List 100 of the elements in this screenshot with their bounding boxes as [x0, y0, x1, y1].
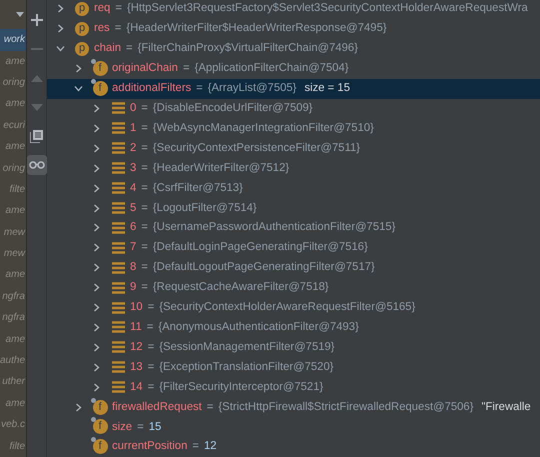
- variable-name: 8: [130, 260, 136, 276]
- variable-value: {StrictHttpFirewall$StrictFirewalledRequest@7506}: [218, 400, 474, 415]
- variable-row[interactable]: 0 = {DisableEncodeUrlFilter@7509}: [47, 98, 540, 118]
- frame-item[interactable]: ame: [0, 200, 26, 222]
- equals-sign: =: [141, 240, 148, 256]
- watch-tool-button[interactable]: [26, 155, 46, 175]
- variable-name: originalChain: [112, 61, 178, 76]
- plus-icon: [30, 14, 42, 26]
- chevron-right-icon[interactable]: [92, 124, 100, 133]
- variable-row[interactable]: 6 = {UsernamePasswordAuthenticationFilter@7515}: [47, 218, 540, 238]
- chevron-down-icon[interactable]: [56, 44, 64, 54]
- variable-row[interactable]: f size = 15: [47, 417, 540, 437]
- field-icon: f: [92, 400, 108, 415]
- equals-sign: =: [141, 140, 148, 156]
- frame-item[interactable]: filte: [0, 436, 26, 457]
- chevron-right-icon[interactable]: [92, 204, 100, 213]
- variable-row[interactable]: 10 = {SecurityContextHolderAwareRequestFilter@5165}: [47, 298, 540, 318]
- value-annotation: "Firewalle: [482, 400, 531, 415]
- equals-sign: =: [148, 360, 154, 375]
- chevron-right-icon[interactable]: [92, 303, 100, 312]
- down-triangle-icon: [30, 104, 42, 110]
- chevron-right-icon[interactable]: [92, 243, 100, 252]
- chevron-right-icon[interactable]: [74, 64, 82, 74]
- variable-name: size: [112, 420, 132, 435]
- variable-row[interactable]: 7 = {DefaultLoginPageGeneratingFilter@7516}: [47, 238, 540, 258]
- value-annotation: size = 15: [304, 81, 350, 96]
- frame-item[interactable]: mew: [0, 222, 26, 244]
- chevron-right-icon[interactable]: [92, 382, 100, 392]
- frame-item[interactable]: ngfra: [0, 286, 26, 308]
- chevron-right-icon[interactable]: [92, 283, 100, 292]
- variable-row[interactable]: 3 = {HeaderWriterFilter@7512}: [47, 158, 540, 178]
- variable-row[interactable]: p res = {HeaderWriterFilter$HeaderWriterResponse@7495}: [47, 18, 540, 39]
- chevron-down-icon[interactable]: [74, 84, 82, 94]
- frame-item[interactable]: ngfra: [0, 307, 26, 329]
- variable-value: {LogoutFilter@7514}: [152, 200, 257, 216]
- variable-value: {RequestCacheAwareFilter@7518}: [152, 280, 329, 296]
- field-icon: f: [92, 61, 108, 76]
- array-element-icon: [112, 202, 124, 214]
- variable-row[interactable]: 5 = {LogoutFilter@7514}: [47, 198, 540, 218]
- frame-item[interactable]: ame: [0, 50, 26, 72]
- equals-sign: =: [115, 1, 122, 16]
- chevron-right-icon[interactable]: [92, 322, 100, 332]
- frame-item[interactable]: authe: [0, 350, 26, 372]
- variable-name: 12: [130, 340, 143, 355]
- equals-sign: =: [141, 160, 148, 176]
- variable-row[interactable]: 4 = {CsrfFilter@7513}: [47, 178, 540, 198]
- chevron-right-icon[interactable]: [92, 263, 100, 272]
- equals-sign: =: [114, 21, 122, 36]
- chevron-right-icon[interactable]: [92, 342, 100, 352]
- array-element-icon: [112, 102, 124, 114]
- chevron-right-icon[interactable]: [56, 4, 64, 14]
- chevron-right-icon[interactable]: [92, 223, 100, 232]
- frame-item[interactable]: oring: [0, 158, 26, 179]
- chevron-right-icon[interactable]: [92, 104, 100, 113]
- frame-item[interactable]: work: [0, 29, 26, 51]
- array-element-icon: [112, 222, 124, 234]
- variable-row[interactable]: p req = {HttpServlet3RequestFactory$Servlet3SecurityContextHolderAwareRequestWra: [47, 0, 540, 19]
- variable-row[interactable]: 13 = {ExceptionTranslationFilter@7520}: [47, 357, 540, 378]
- frame-item[interactable]: veb.c: [0, 414, 26, 436]
- variable-row[interactable]: 14 = {FilterSecurityInterceptor@7521}: [47, 377, 540, 398]
- frame-item[interactable]: ame: [0, 328, 26, 350]
- frame-item[interactable]: mew: [0, 243, 26, 264]
- frame-item[interactable]: ecuri: [0, 114, 26, 136]
- frame-item[interactable]: oring: [0, 72, 26, 94]
- variable-name: 1: [130, 120, 136, 136]
- variable-row[interactable]: f additionalFilters = {ArrayList@7505} size = 15: [47, 78, 540, 99]
- frame-item[interactable]: filte: [0, 178, 26, 200]
- parameter-icon: p: [75, 42, 89, 56]
- equals-sign: =: [206, 400, 214, 415]
- variable-value: {SessionManagementFilter@7519}: [159, 340, 335, 355]
- variable-row[interactable]: 8 = {DefaultLogoutPageGeneratingFilter@7517}: [47, 258, 540, 278]
- variable-row[interactable]: 11 = {AnonymousAuthenticationFilter@7493}: [47, 318, 540, 338]
- chevron-right-icon[interactable]: [74, 402, 82, 412]
- variable-row[interactable]: p chain = {FilterChainProxy$VirtualFilterChain@7496}: [47, 38, 540, 59]
- variable-row[interactable]: 2 = {SecurityContextPersistenceFilter@7511}: [47, 138, 540, 158]
- chevron-right-icon[interactable]: [92, 144, 100, 153]
- frame-item[interactable]: ame: [0, 264, 26, 286]
- array-element-icon: [112, 361, 124, 374]
- variable-name: firewalledRequest: [112, 400, 202, 415]
- variable-name: 7: [130, 240, 136, 256]
- frame-item[interactable]: ame: [0, 136, 26, 158]
- chevron-right-icon[interactable]: [92, 362, 100, 372]
- variable-row[interactable]: 9 = {RequestCacheAwareFilter@7518}: [47, 278, 540, 298]
- array-element-icon: [112, 302, 124, 314]
- frame-item[interactable]: uther: [0, 371, 26, 393]
- variable-row[interactable]: f originalChain = {ApplicationFilterChain@7504}: [47, 58, 540, 79]
- variable-row[interactable]: f currentPosition = 12: [47, 436, 540, 457]
- frame-item[interactable]: ame: [0, 93, 26, 115]
- frame-item[interactable]: ame: [0, 392, 26, 414]
- array-element-icon: [112, 142, 124, 154]
- dropdown-caret-icon[interactable]: [16, 12, 24, 18]
- variable-value: {AnonymousAuthenticationFilter@7493}: [158, 320, 359, 335]
- chevron-right-icon[interactable]: [56, 24, 64, 34]
- variable-name: 2: [130, 140, 136, 156]
- chevron-right-icon[interactable]: [92, 184, 100, 193]
- equals-sign: =: [141, 220, 148, 236]
- variable-row[interactable]: 12 = {SessionManagementFilter@7519}: [47, 337, 540, 358]
- variable-row[interactable]: f firewalledRequest = {StrictHttpFirewall$StrictFirewalledRequest@7506} "Firewalle: [47, 397, 540, 418]
- variable-row[interactable]: 1 = {WebAsyncManagerIntegrationFilter@7510}: [47, 118, 540, 138]
- chevron-right-icon[interactable]: [92, 164, 100, 173]
